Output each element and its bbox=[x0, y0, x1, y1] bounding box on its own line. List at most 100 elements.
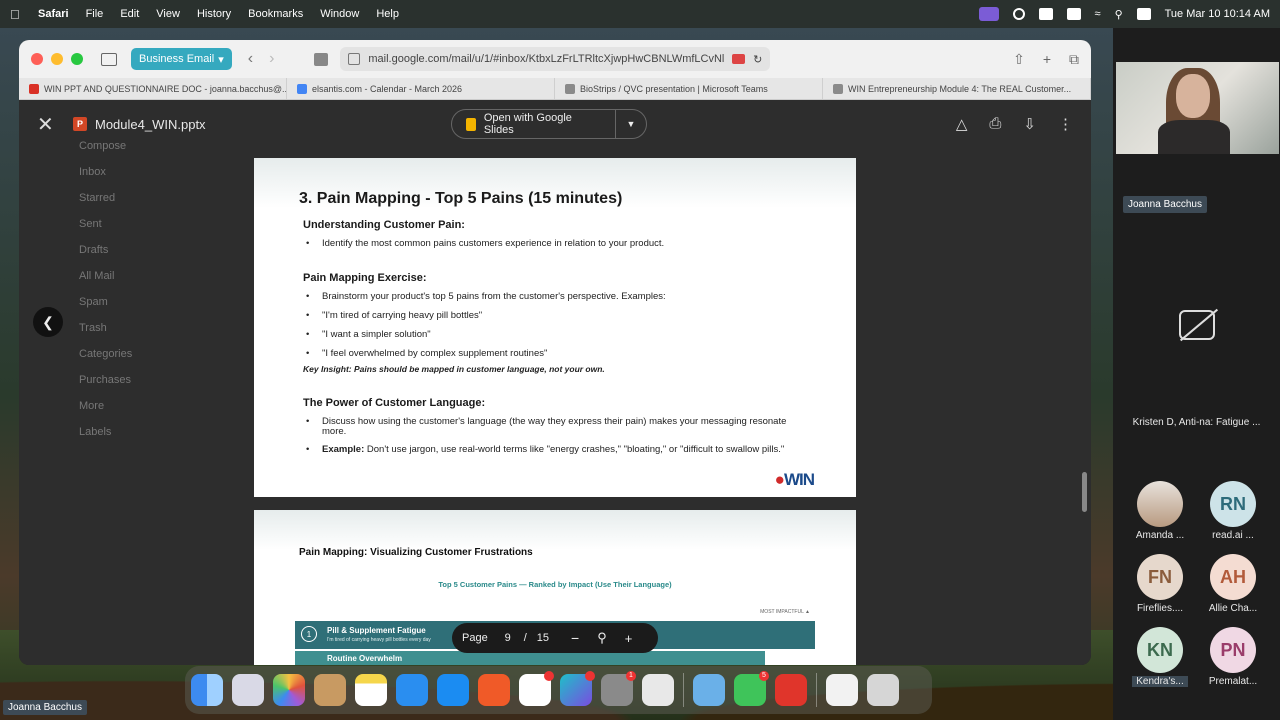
add-to-drive-icon[interactable]: △ bbox=[956, 115, 968, 133]
appstore-icon[interactable] bbox=[437, 674, 469, 706]
screen-share-icon[interactable] bbox=[978, 7, 999, 21]
meeting-panel: Joanna Bacchus Kristen D, Anti-na: Fatig… bbox=[1113, 28, 1280, 720]
address-bar[interactable]: mail.google.com/mail/u/1/#inbox/KtbxLzFr… bbox=[340, 47, 771, 71]
tab-teams[interactable]: BioStrips / QVC presentation | Microsoft… bbox=[555, 78, 823, 99]
attendee[interactable]: FN Fireflies.... bbox=[1132, 554, 1188, 614]
tab-win-module[interactable]: WIN Entrepreneurship Module 4: The REAL … bbox=[823, 78, 1091, 99]
attendee-name: Allie Cha... bbox=[1208, 603, 1258, 614]
new-tab-icon[interactable]: + bbox=[1043, 51, 1051, 68]
zoom-icon[interactable]: ⚲ bbox=[597, 630, 607, 646]
gmail-more: More bbox=[79, 400, 105, 412]
tab-calendar[interactable]: elsantis.com - Calendar - March 2026 bbox=[287, 78, 555, 99]
menu-edit[interactable]: Edit bbox=[120, 8, 139, 20]
reload-icon[interactable]: ↻ bbox=[753, 53, 762, 66]
menubar-clock[interactable]: Tue Mar 10 10:14 AM bbox=[1165, 8, 1270, 20]
m-icon bbox=[833, 83, 843, 94]
most-impactful-label: MOST IMPACTFUL ▲ bbox=[760, 609, 810, 615]
download-icon[interactable]: ⇩ bbox=[1023, 115, 1036, 133]
minimize-window-button[interactable] bbox=[51, 53, 63, 65]
tab-title: elsantis.com - Calendar - March 2026 bbox=[312, 83, 463, 94]
pdf-status-icon[interactable] bbox=[1038, 8, 1053, 20]
pdf-icon[interactable] bbox=[775, 674, 807, 706]
forward-icon[interactable]: › bbox=[269, 50, 274, 68]
contacts-icon[interactable] bbox=[314, 674, 346, 706]
window-controls bbox=[31, 53, 83, 65]
gmail-drafts: Drafts bbox=[79, 244, 109, 256]
brave-icon[interactable] bbox=[478, 674, 510, 706]
menu-history[interactable]: History bbox=[197, 8, 231, 20]
iphone-mirror-icon[interactable] bbox=[642, 674, 674, 706]
attendee[interactable]: KN Kendra's... bbox=[1132, 627, 1188, 687]
slack-icon[interactable] bbox=[519, 671, 554, 706]
attendee[interactable]: AH Allie Cha... bbox=[1205, 554, 1261, 614]
file-preview-overlay: Compose Inbox Starred Sent Drafts All Ma… bbox=[19, 100, 1091, 665]
more-options-icon[interactable]: ⋮ bbox=[1058, 115, 1073, 133]
menu-help[interactable]: Help bbox=[376, 8, 399, 20]
avatar bbox=[1137, 481, 1183, 527]
share-icon[interactable]: ⇧ bbox=[1013, 51, 1025, 68]
settings-icon[interactable]: 1 bbox=[601, 671, 636, 706]
tab-title: BioStrips / QVC presentation | Microsoft… bbox=[580, 83, 768, 94]
attendee[interactable]: RN read.ai ... bbox=[1205, 481, 1261, 541]
screen-record-icon[interactable] bbox=[732, 54, 746, 64]
page-number-input[interactable]: 9 bbox=[498, 632, 518, 644]
slide-title: 3. Pain Mapping - Top 5 Pains (15 minute… bbox=[299, 190, 623, 207]
avatar: PN bbox=[1210, 627, 1256, 673]
section-heading: The Power of Customer Language: bbox=[303, 397, 486, 409]
attendee[interactable]: Amanda ... bbox=[1132, 481, 1188, 541]
finder-icon[interactable] bbox=[191, 674, 223, 706]
privacy-shield-icon[interactable] bbox=[314, 52, 329, 66]
record-icon[interactable] bbox=[1012, 8, 1025, 20]
safari-icon[interactable] bbox=[396, 674, 428, 706]
tab-overview-icon[interactable]: ⧉ bbox=[1069, 51, 1079, 68]
menu-window[interactable]: Window bbox=[320, 8, 359, 20]
launchpad-icon[interactable] bbox=[232, 674, 264, 706]
menu-bar:  Safari File Edit View History Bookmark… bbox=[0, 0, 1280, 28]
attendee[interactable]: PN Premalat... bbox=[1205, 627, 1261, 687]
print-icon[interactable]: ⎙ bbox=[989, 115, 1001, 133]
avatar: AH bbox=[1210, 554, 1256, 600]
photos-icon[interactable] bbox=[273, 674, 305, 706]
speaker-label: Kristen D, Anti-na: Fatigue ... bbox=[1132, 417, 1261, 428]
menu-file[interactable]: File bbox=[86, 8, 104, 20]
chevron-down-icon: ▾ bbox=[218, 53, 224, 66]
battery-icon[interactable] bbox=[1066, 8, 1081, 20]
profile-selector[interactable]: Business Email ▾ bbox=[131, 48, 232, 70]
notes-icon[interactable] bbox=[355, 674, 387, 706]
preview-icon[interactable] bbox=[826, 674, 858, 706]
back-icon[interactable]: ‹ bbox=[248, 50, 253, 68]
facetime-icon[interactable]: 5 bbox=[734, 671, 769, 706]
presenter-video[interactable] bbox=[1116, 62, 1279, 154]
chevron-down-icon[interactable]: ▼ bbox=[616, 119, 646, 129]
attendee-name: Fireflies.... bbox=[1136, 603, 1184, 614]
close-icon[interactable]: ✕ bbox=[37, 112, 57, 137]
menu-app-safari[interactable]: Safari bbox=[38, 8, 69, 20]
apple-icon[interactable]:  bbox=[10, 7, 24, 22]
open-with-button[interactable]: Open with Google Slides ▼ bbox=[451, 109, 647, 139]
gmail-all-mail: All Mail bbox=[79, 270, 115, 282]
zoom-window-button[interactable] bbox=[71, 53, 83, 65]
photo-booth-icon[interactable] bbox=[693, 674, 725, 706]
trash-icon[interactable] bbox=[867, 674, 899, 706]
close-window-button[interactable] bbox=[31, 53, 43, 65]
gmail-spam: Spam bbox=[79, 296, 108, 308]
google-slides-icon bbox=[466, 117, 476, 131]
canva-icon[interactable] bbox=[560, 671, 595, 706]
scrollbar[interactable] bbox=[1082, 472, 1087, 512]
attendee-name: Kendra's... bbox=[1132, 676, 1188, 687]
menu-view[interactable]: View bbox=[156, 8, 180, 20]
wifi-icon[interactable]: ≈ bbox=[1095, 8, 1101, 20]
previous-file-button[interactable]: ❮ bbox=[33, 307, 63, 337]
url-text: mail.google.com/mail/u/1/#inbox/KtbxLzFr… bbox=[368, 53, 725, 65]
zoom-in-icon[interactable]: + bbox=[625, 631, 633, 646]
gmail-icon bbox=[29, 83, 39, 94]
page-separator: / bbox=[523, 632, 527, 644]
slide-page-9: 3. Pain Mapping - Top 5 Pains (15 minute… bbox=[254, 158, 856, 497]
control-center-icon[interactable] bbox=[1136, 8, 1151, 20]
zoom-out-icon[interactable]: − bbox=[571, 630, 579, 646]
tab-win-ppt[interactable]: WIN PPT AND QUESTIONNAIRE DOC - joanna.b… bbox=[19, 78, 287, 99]
search-icon[interactable]: ⚲ bbox=[1115, 8, 1123, 21]
video-torso bbox=[1158, 120, 1230, 154]
sidebar-toggle-icon[interactable] bbox=[101, 52, 117, 66]
menu-bookmarks[interactable]: Bookmarks bbox=[248, 8, 303, 20]
